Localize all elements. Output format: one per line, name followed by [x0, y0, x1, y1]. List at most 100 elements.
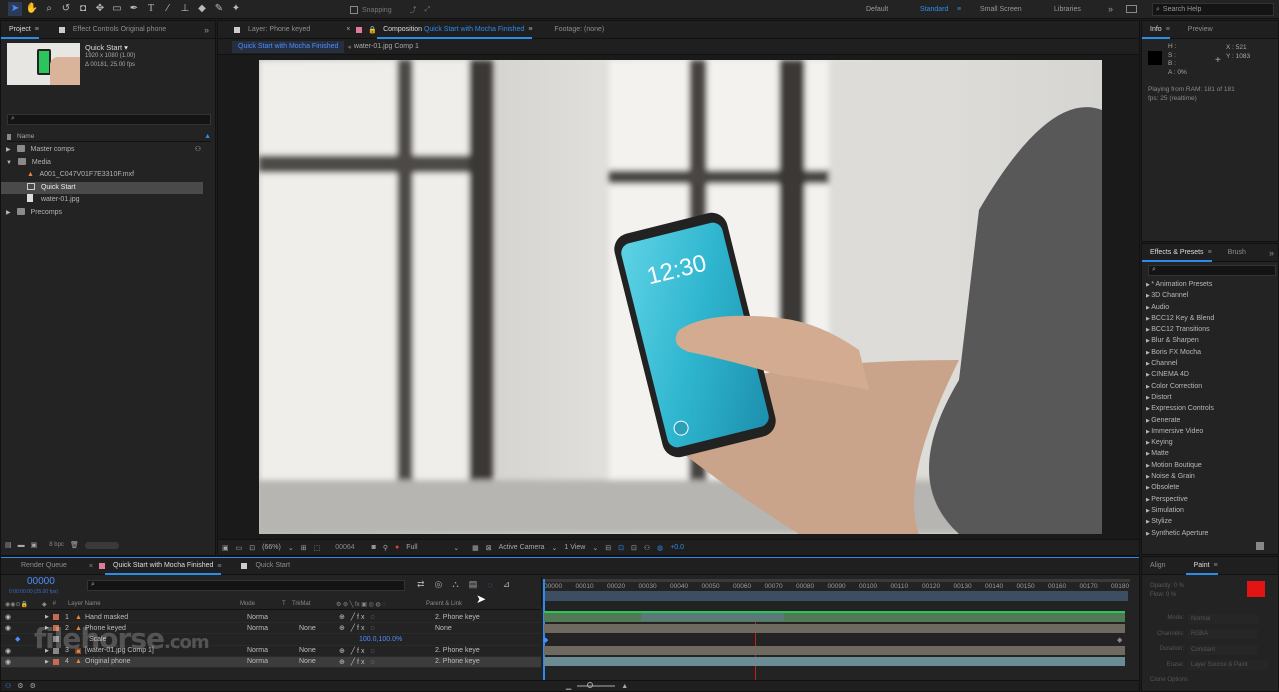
3d-view-icon[interactable]: ⊠	[486, 544, 492, 552]
project-item[interactable]: water-01.jpg	[1, 194, 203, 207]
exposure-reset-icon[interactable]: ◍	[657, 544, 663, 552]
tab-preview[interactable]: Preview	[1180, 21, 1221, 39]
camera-tool-icon[interactable]: ◘	[76, 2, 90, 16]
paint-flow[interactable]: Flow: 0 %	[1150, 591, 1184, 600]
layer-expand-arrow-icon[interactable]: ▶	[45, 659, 53, 665]
exposure-value[interactable]: +0.0	[670, 544, 684, 551]
timeline-timecode[interactable]: 00000	[9, 577, 58, 587]
always-preview-icon[interactable]: ▣	[222, 544, 229, 552]
tab-timeline-comp2[interactable]: Quick Start	[247, 557, 298, 575]
composition-canvas[interactable]: 12:30	[259, 60, 1102, 534]
graph-editor-icon[interactable]: ◌	[487, 580, 492, 590]
breadcrumb-active[interactable]: Quick Start with Mocha Finished	[232, 40, 345, 53]
timeline-zoom-slider[interactable]	[577, 682, 616, 688]
project-item[interactable]: ▼ Media	[1, 157, 203, 170]
zoom-tool-icon[interactable]: ⌕	[42, 2, 56, 16]
roto-brush-tool-icon[interactable]: ✎	[212, 2, 226, 16]
effects-category[interactable]: ▶ Channel	[1146, 358, 1276, 369]
effects-category[interactable]: ▶ Synthetic Aperture	[1146, 528, 1276, 539]
clone-options-toggle[interactable]: Clone Options	[1150, 673, 1276, 689]
layer-switches-icon[interactable]: ⊕ ╱fx ◌	[339, 658, 435, 666]
timeline-menu-icon[interactable]: ≡	[217, 563, 221, 570]
panel-more-icon[interactable]: »	[204, 25, 209, 35]
layer-bar-phone[interactable]	[544, 624, 1125, 633]
camera-chevron-icon[interactable]: ⌄	[552, 544, 558, 552]
project-item-selected[interactable]: Quick Start	[1, 181, 203, 194]
project-search-input[interactable]: ⌕	[7, 114, 211, 125]
snapshot-icon[interactable]: ◙	[372, 544, 376, 551]
pan-behind-tool-icon[interactable]: ✥	[93, 2, 107, 16]
keyframe-nav-icon[interactable]: ◆	[15, 635, 25, 643]
thumbnail-slider[interactable]	[84, 541, 119, 549]
comp-flowchart-icon[interactable]: ⚇	[5, 682, 11, 690]
effects-category[interactable]: ▶ BCC12 Key & Blend	[1146, 313, 1276, 324]
layer-trkmat[interactable]: None	[299, 658, 339, 665]
tab-align[interactable]: Align	[1142, 557, 1174, 575]
expand-arrow-icon[interactable]: ▶	[6, 147, 11, 153]
fast-previews-icon[interactable]: ⊡	[618, 544, 624, 552]
region-interest-icon[interactable]: ⬚	[314, 544, 321, 552]
layer-name[interactable]: Original phone	[85, 658, 247, 665]
render-region-icon[interactable]: ⊿	[503, 579, 511, 590]
workspace-standard[interactable]: Standard	[920, 0, 948, 19]
paint-duration-dropdown[interactable]: Constant	[1188, 644, 1258, 655]
current-time[interactable]: 00064	[335, 544, 354, 551]
paint-erase-dropdown[interactable]: Layer Source & Paint	[1188, 660, 1268, 671]
effects-category[interactable]: ▶ Noise & Grain	[1146, 471, 1276, 482]
layer-label-color[interactable]	[53, 614, 59, 621]
project-menu-icon[interactable]: ≡	[35, 26, 39, 33]
eraser-tool-icon[interactable]: ◆	[195, 2, 209, 16]
layer-expand-arrow-icon[interactable]: ▶	[45, 614, 53, 620]
tab-composition[interactable]: Composition Quick Start with Mocha Finis…	[377, 21, 533, 39]
time-ruler[interactable]: 00000 00010 00020 00030 00040 00050 00060 00070…	[541, 577, 1131, 607]
motion-blur-icon[interactable]: ▤	[469, 579, 478, 590]
effects-category[interactable]: ▶ Obsolete	[1146, 482, 1276, 493]
effects-category[interactable]: ▶ Matte	[1146, 448, 1276, 459]
tab-footage[interactable]: Footage: (none)	[546, 21, 612, 39]
layer-bar-original[interactable]	[544, 657, 1125, 666]
project-item[interactable]: ▶ Precomps	[1, 207, 203, 220]
flowchart-icon[interactable]: ⚇	[195, 144, 201, 157]
frame-blending-icon[interactable]: ⛬	[452, 579, 458, 590]
scale-value[interactable]: 100.0,100.0%	[359, 636, 469, 643]
paint-channels-dropdown[interactable]: RGBA	[1188, 629, 1258, 640]
expand-arrow-icon[interactable]: ▼	[6, 160, 12, 166]
magnet-icon[interactable]: ⤢	[425, 6, 431, 14]
rotate-tool-icon[interactable]: ↺	[59, 2, 73, 16]
views-dropdown[interactable]: 1 View	[564, 544, 585, 551]
visibility-eye-icon[interactable]: ◉	[5, 613, 15, 621]
paint-mode-dropdown[interactable]: Normal	[1188, 613, 1258, 624]
close-tab-icon[interactable]: ×	[346, 26, 350, 33]
layer-name[interactable]: Hand masked	[85, 614, 247, 621]
effects-category[interactable]: ▶ 3D Channel	[1146, 290, 1276, 301]
workspace-menu-icon[interactable]: ≡	[957, 0, 961, 19]
effects-category[interactable]: ▶ Motion Boutique	[1146, 460, 1276, 471]
layer-mode[interactable]: Norma	[247, 614, 299, 621]
tab-render-queue[interactable]: Render Queue	[13, 557, 75, 575]
layer-switches-icon[interactable]: ⊕ ╱fx ◌	[339, 613, 435, 621]
effects-category[interactable]: ▶ BCC12 Transitions	[1146, 324, 1276, 335]
layer-bar-hand[interactable]	[544, 613, 1125, 622]
effects-category[interactable]: ▶ * Animation Presets	[1146, 279, 1276, 290]
effects-category[interactable]: ▶ Distort	[1146, 392, 1276, 403]
layer-trkmat[interactable]: None	[299, 625, 339, 632]
timeline-search-input[interactable]: ⌕	[87, 580, 405, 591]
new-folder-icon[interactable]: ▬	[18, 542, 25, 549]
new-preset-icon[interactable]	[1256, 542, 1264, 550]
effects-more-icon[interactable]: »	[1269, 248, 1274, 258]
expand-switches-icon[interactable]: ⚙	[17, 682, 23, 690]
effects-category[interactable]: ▶ Stylize	[1146, 516, 1276, 527]
camera-dropdown[interactable]: Active Camera	[499, 544, 545, 551]
column-name[interactable]: Name	[17, 133, 34, 140]
expand-modes-icon[interactable]: ⚙	[30, 682, 36, 690]
workspace-default[interactable]: Default	[866, 0, 888, 19]
tab-effect-controls[interactable]: Effect Controls Original phone	[65, 21, 174, 39]
rectangle-tool-icon[interactable]: ▭	[110, 2, 124, 16]
new-comp-icon[interactable]: ▣	[31, 541, 38, 549]
trash-icon[interactable]: 🗑	[70, 541, 79, 549]
expand-arrow-icon[interactable]: ▶	[6, 210, 11, 216]
safe-margins-icon[interactable]: ⊞	[301, 544, 307, 552]
project-item[interactable]: ▲ A001_C047V01F7E3310F.mxf	[1, 169, 203, 182]
workspace-more-icon[interactable]: »	[1108, 0, 1113, 19]
draft-3d-icon[interactable]: ⇄	[417, 579, 425, 590]
